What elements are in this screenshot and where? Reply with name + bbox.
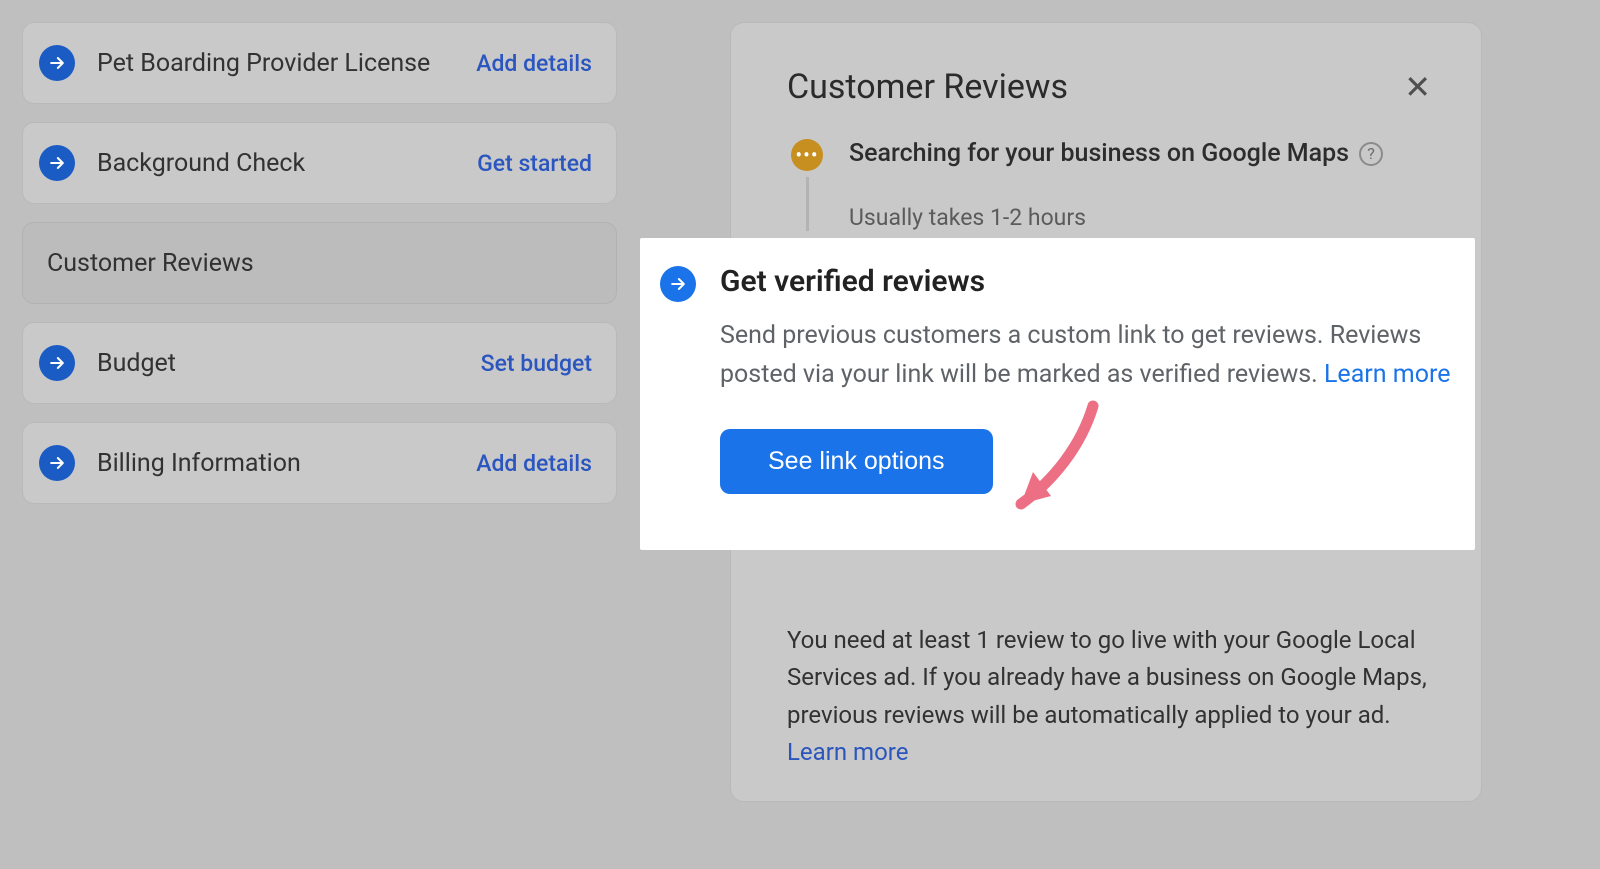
get-verified-reviews-card: Get verified reviews Send previous custo… [640,238,1475,550]
learn-more-link[interactable]: Learn more [1324,360,1450,389]
step-budget[interactable]: Budget Set budget [22,322,617,404]
step-rail: ••• [787,139,827,231]
add-details-link[interactable]: Add details [476,450,592,477]
step-body: Searching for your business on Google Ma… [849,139,1441,231]
reviews-requirement-note: You need at least 1 review to go live wi… [787,622,1441,771]
step-label: Customer Reviews [47,249,592,278]
see-link-options-button[interactable]: See link options [720,429,993,494]
arrow-right-icon [39,345,75,381]
panel-header: Customer Reviews ✕ [787,67,1441,107]
arrow-right-icon [660,266,696,302]
step-label: Pet Boarding Provider License [97,49,454,78]
highlight-desc-text: Send previous customers a custom link to… [720,321,1421,389]
learn-more-link[interactable]: Learn more [787,738,908,766]
highlight-description: Send previous customers a custom link to… [720,317,1455,395]
set-budget-link[interactable]: Set budget [481,350,592,377]
add-details-link[interactable]: Add details [476,50,592,77]
panel-title: Customer Reviews [787,67,1068,107]
help-icon[interactable]: ? [1359,142,1383,166]
step-billing-information[interactable]: Billing Information Add details [22,422,617,504]
step-background-check[interactable]: Background Check Get started [22,122,617,204]
arrow-right-icon [39,145,75,181]
step-customer-reviews[interactable]: Customer Reviews [22,222,617,304]
arrow-right-icon [39,45,75,81]
ellipsis-icon: ••• [791,139,823,171]
arrow-right-icon [39,445,75,481]
step-label: Budget [97,349,459,378]
step-pet-boarding-license[interactable]: Pet Boarding Provider License Add detail… [22,22,617,104]
step-label: Billing Information [97,449,454,478]
search-step-row: ••• Searching for your business on Googl… [787,139,1441,231]
note-text: You need at least 1 review to go live wi… [787,626,1427,728]
step-label: Background Check [97,149,455,178]
search-step-subtitle: Usually takes 1-2 hours [849,204,1441,231]
steps-list: Pet Boarding Provider License Add detail… [22,22,617,504]
highlight-title: Get verified reviews [720,264,1455,299]
get-started-link[interactable]: Get started [477,150,592,177]
search-step-title: Searching for your business on Google Ma… [849,139,1349,168]
close-icon[interactable]: ✕ [1404,71,1431,103]
timeline-line [806,177,809,231]
